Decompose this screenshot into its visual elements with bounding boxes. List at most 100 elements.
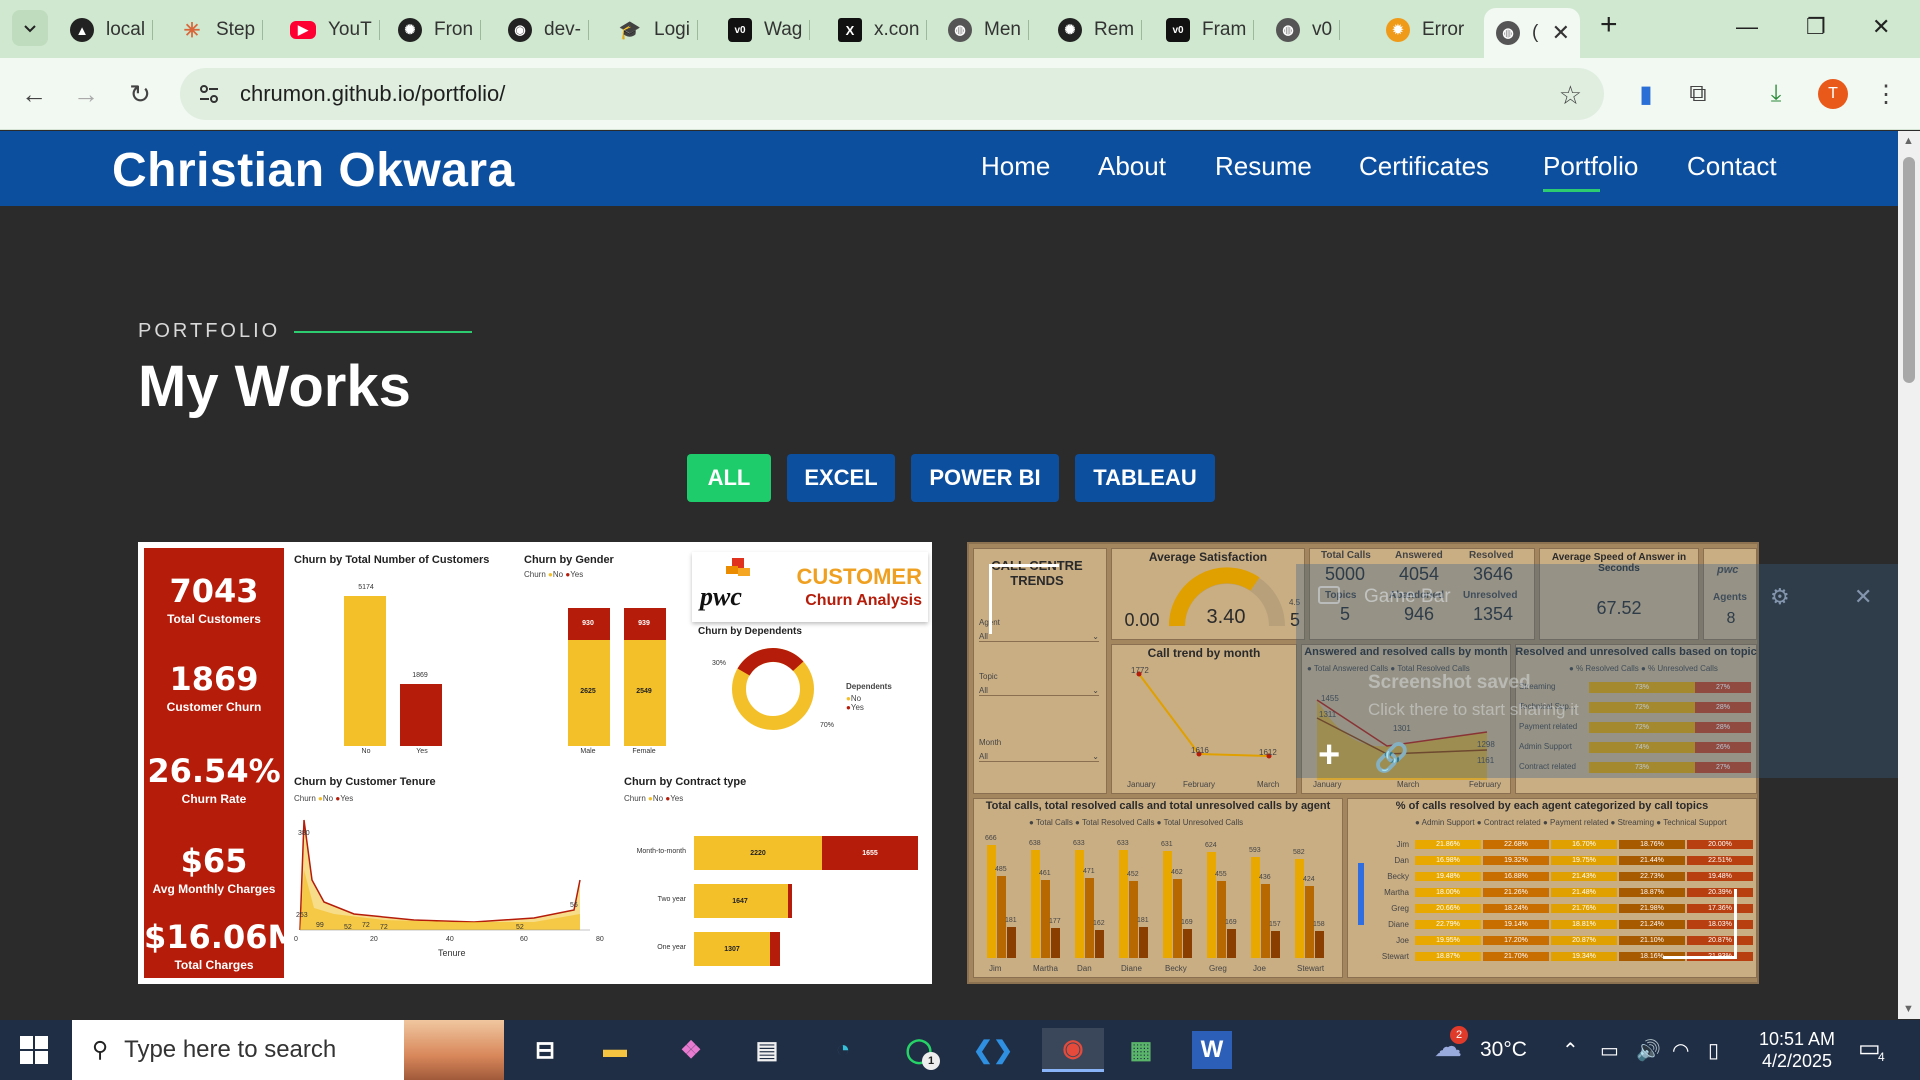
reload-icon[interactable]: ↻ bbox=[122, 76, 158, 112]
tab-men[interactable]: ◍ Men bbox=[948, 12, 1029, 48]
agent-bar-label: 593 bbox=[1249, 847, 1261, 855]
tab-youtube[interactable]: ▶ YouT bbox=[290, 12, 380, 48]
volume-icon[interactable]: 🔊 bbox=[1636, 1038, 1661, 1063]
site-brand[interactable]: Christian Okwara bbox=[112, 143, 515, 198]
contract-label: Two year bbox=[657, 896, 686, 903]
bar-label: 2625 bbox=[580, 688, 596, 695]
openai-icon: ✺ bbox=[1058, 18, 1082, 42]
notepad-icon[interactable]: ▤ bbox=[744, 1028, 790, 1072]
tab-local[interactable]: ▲ local bbox=[70, 12, 154, 48]
restore-icon[interactable]: ❐ bbox=[1806, 14, 1826, 40]
filter-month-select[interactable]: All ⌄ bbox=[979, 752, 1099, 762]
agent-bar-label: 462 bbox=[1171, 869, 1183, 877]
chart-legend: Churn ●No ●Yes bbox=[624, 794, 684, 803]
nav-certificates[interactable]: Certificates bbox=[1359, 151, 1489, 182]
pct-cell: 19.32% bbox=[1483, 856, 1549, 865]
settings-gear-icon[interactable]: ⚙ bbox=[1770, 584, 1790, 610]
tab-github[interactable]: ◉ dev- bbox=[508, 12, 589, 48]
pct-cell: 22.73% bbox=[1619, 872, 1685, 881]
download-icon[interactable]: ⤓ bbox=[1758, 76, 1794, 112]
new-tab-button[interactable]: + bbox=[1600, 8, 1618, 42]
tab-fram[interactable]: v0 Fram bbox=[1166, 12, 1255, 48]
tab-error[interactable]: ✹ Error bbox=[1386, 12, 1464, 48]
vscode-icon[interactable]: ❮❯ bbox=[970, 1028, 1016, 1072]
tab-step[interactable]: ✳ Step bbox=[180, 12, 264, 48]
chrome-icon[interactable]: ◉ bbox=[1042, 1028, 1104, 1072]
site-info-icon[interactable] bbox=[196, 81, 222, 107]
scrollbar-thumb[interactable] bbox=[1903, 157, 1915, 383]
address-bar[interactable]: chrumon.github.io/portfolio/ ☆ bbox=[180, 68, 1604, 120]
system-clock[interactable]: 10:51 AM 4/2/2025 bbox=[1752, 1028, 1842, 1072]
wifi-icon[interactable]: ◠ bbox=[1672, 1038, 1689, 1063]
tenure-tick: 40 bbox=[446, 936, 454, 943]
tenure-point-label: 380 bbox=[298, 830, 310, 837]
tablet-mode-icon[interactable]: ▯ bbox=[1708, 1038, 1719, 1063]
weather-temp[interactable]: 30°C bbox=[1480, 1038, 1527, 1062]
agent-bar-label: 633 bbox=[1073, 840, 1085, 848]
menu-kebab-icon[interactable]: ⋮ bbox=[1868, 76, 1904, 112]
reading-mode-icon[interactable]: ▮ bbox=[1628, 76, 1664, 112]
forward-icon[interactable]: → bbox=[68, 76, 104, 112]
tab-x[interactable]: Xx.con bbox=[838, 12, 928, 48]
word-icon[interactable]: W bbox=[1192, 1031, 1232, 1069]
profile-avatar[interactable]: T bbox=[1818, 79, 1848, 109]
chevron-up-icon[interactable]: ⌃ bbox=[1562, 1038, 1579, 1063]
minimize-icon[interactable]: — bbox=[1736, 14, 1758, 40]
filter-tableau-button[interactable]: TABLEAU bbox=[1075, 454, 1215, 502]
filter-topic-select[interactable]: All ⌄ bbox=[979, 686, 1099, 696]
youtube-icon: ▶ bbox=[290, 21, 316, 39]
nav-home[interactable]: Home bbox=[981, 151, 1050, 182]
tab-front[interactable]: ✺ Fron bbox=[398, 12, 482, 48]
tab-login[interactable]: 🎓 Logi bbox=[618, 12, 698, 48]
filter-excel-button[interactable]: EXCEL bbox=[787, 454, 895, 502]
trend-value: 1616 bbox=[1191, 746, 1209, 755]
agent-name: Joe bbox=[1253, 964, 1266, 973]
tab-v0[interactable]: ◍ v0 bbox=[1276, 12, 1341, 48]
pct-title: % of calls resolved by each agent catego… bbox=[1395, 800, 1709, 812]
agent-bar bbox=[1119, 850, 1128, 958]
donut-label-no: 70% bbox=[820, 722, 835, 729]
whatsapp-icon[interactable]: ◯ 1 bbox=[896, 1028, 942, 1072]
bookmark-star-icon[interactable]: ☆ bbox=[1559, 80, 1582, 111]
tenure-point-label: 99 bbox=[316, 922, 324, 929]
pct-cell: 20.87% bbox=[1551, 936, 1617, 945]
close-window-icon[interactable]: ✕ bbox=[1872, 14, 1890, 40]
close-tab-icon[interactable]: ✕ bbox=[1552, 20, 1570, 46]
bar-yes bbox=[400, 684, 442, 746]
filter-all-button[interactable]: ALL bbox=[687, 454, 771, 502]
game-bar-icon bbox=[1318, 586, 1340, 604]
nav-about[interactable]: About bbox=[1098, 151, 1166, 182]
taskbar-search[interactable]: ⚲ Type here to search bbox=[72, 1020, 504, 1080]
agent-bar-label: 177 bbox=[1049, 917, 1061, 925]
tab-active[interactable]: ◍(✕ bbox=[1484, 8, 1580, 58]
tab-search-button[interactable] bbox=[12, 10, 48, 46]
bar-contract-2y-yes bbox=[788, 884, 792, 918]
nav-resume[interactable]: Resume bbox=[1215, 151, 1312, 182]
agent-name: Stewart bbox=[1297, 964, 1325, 973]
extensions-icon[interactable]: ⧉ bbox=[1680, 76, 1716, 112]
filter-powerbi-button[interactable]: POWER BI bbox=[911, 454, 1059, 502]
add-icon[interactable]: + bbox=[1318, 734, 1340, 777]
back-icon[interactable]: ← bbox=[16, 76, 52, 112]
copilot-icon[interactable]: ❖ bbox=[668, 1028, 714, 1072]
agent-bar-label: 157 bbox=[1269, 921, 1281, 929]
nav-portfolio[interactable]: Portfolio bbox=[1543, 151, 1638, 192]
pct-cell: 21.86% bbox=[1415, 840, 1481, 849]
agent-name: Diane bbox=[1121, 964, 1142, 973]
triangle-icon: ▲ bbox=[70, 18, 94, 42]
excel-icon[interactable]: ▦ bbox=[1118, 1028, 1164, 1072]
edge-icon[interactable]: ◔ bbox=[820, 1028, 866, 1072]
close-icon[interactable]: ✕ bbox=[1854, 584, 1872, 610]
pct-cell: 16.88% bbox=[1483, 872, 1549, 881]
task-view-icon[interactable]: ⊟ bbox=[522, 1028, 568, 1072]
page-scrollbar[interactable]: ▲ ▼ bbox=[1898, 131, 1920, 1019]
battery-icon[interactable]: ▭ bbox=[1600, 1038, 1619, 1063]
link-icon[interactable]: 🔗 bbox=[1374, 741, 1409, 774]
portfolio-item-churn[interactable]: 7043 Total Customers 1869 Customer Churn 2… bbox=[138, 542, 932, 984]
windows-start-icon[interactable] bbox=[20, 1036, 48, 1064]
tab-wag[interactable]: v0 Wag bbox=[728, 12, 811, 48]
file-explorer-icon[interactable]: ▬ bbox=[592, 1028, 638, 1072]
tab-rem[interactable]: ✺ Rem bbox=[1058, 12, 1143, 48]
page-title: My Works bbox=[138, 354, 411, 419]
nav-contact[interactable]: Contact bbox=[1687, 151, 1777, 182]
